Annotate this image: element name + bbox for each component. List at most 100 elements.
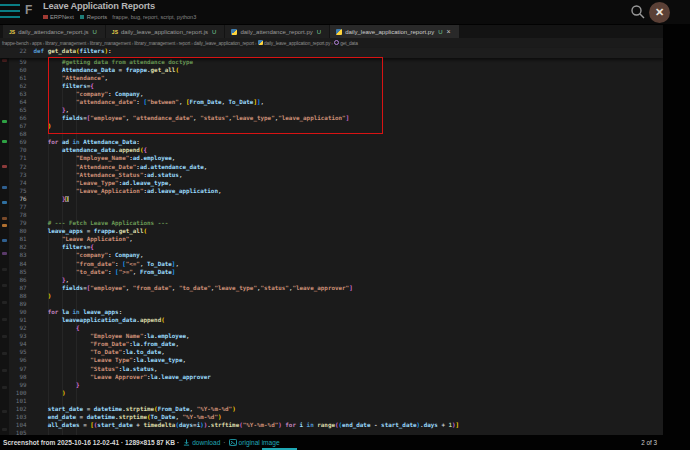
- topic-title[interactable]: Leave Application Reports: [43, 1, 155, 11]
- forum-header: F Leave Application Reports ERPNext Repo…: [0, 0, 690, 24]
- breadcrumb-item[interactable]: library_management: [134, 41, 175, 46]
- vscode-screenshot: JSdaily_attendance_report.js UJS daily_lea…: [0, 25, 663, 435]
- code-line: 102 start_date = datetime.strptime(From_…: [0, 405, 663, 413]
- topic-tags[interactable]: frappe, bug, report, script, python3: [112, 14, 196, 20]
- line-number: 94: [0, 340, 27, 348]
- breadcrumb-item[interactable]: library_management: [90, 41, 131, 46]
- breadcrumb-item[interactable]: frappe-bench: [2, 41, 28, 46]
- py-file-icon: [336, 29, 342, 35]
- line-number: 84: [0, 260, 27, 268]
- line-number: 97: [0, 365, 27, 373]
- line-number: 92: [0, 324, 27, 332]
- breadcrumb-separator: ›: [29, 41, 30, 46]
- category-badge-icon: [43, 15, 48, 20]
- code-line: 72 "Attendance_Date":ad.attendance_date,: [0, 163, 663, 171]
- page-indicator: 2 of 3: [641, 439, 657, 446]
- code-line: 86 },: [0, 276, 663, 284]
- frappe-logo[interactable]: F: [25, 3, 32, 17]
- code-line: 90 for la in leave_apps:: [0, 308, 663, 316]
- code-line: 82 filters={: [0, 243, 663, 251]
- line-number: 70: [0, 146, 27, 154]
- line-number: 81: [0, 235, 27, 243]
- tab-label: daily_leave_application_report.js: [121, 29, 208, 35]
- code-line: 85 "to_date": [">=", From_Date]: [0, 268, 663, 276]
- hamburger-menu-icon[interactable]: [0, 4, 20, 21]
- line-number: 75: [0, 187, 27, 195]
- line-number: 83: [0, 251, 27, 259]
- editor-tab[interactable]: JSdaily_leave_application_report.jsU: [106, 25, 225, 38]
- line-number: 74: [0, 179, 27, 187]
- user-avatar[interactable]: ✕: [649, 2, 670, 23]
- close-tab-icon[interactable]: ×: [447, 28, 451, 35]
- tab-label: daily_attendance_report.py: [240, 29, 312, 35]
- line-number: 99: [0, 381, 27, 389]
- line-number: 69: [0, 138, 27, 146]
- line-number: 91: [0, 316, 27, 324]
- category-label[interactable]: ERPNext: [50, 14, 74, 20]
- search-icon[interactable]: [630, 4, 646, 20]
- screenshot-meta: Screenshot from 2025-10-16 12-02-41 · 12…: [3, 439, 179, 446]
- breadcrumb-item[interactable]: daily_leave_application_report: [194, 41, 254, 46]
- line-number: 68: [0, 130, 27, 138]
- code-line: 70 attendance_data.append({: [0, 146, 663, 154]
- method-icon: [334, 40, 339, 45]
- line-number: 60: [0, 66, 27, 74]
- line-number: 103: [0, 413, 27, 421]
- editor-tab[interactable]: JSdaily_attendance_report.js U: [3, 25, 105, 38]
- line-number: 85: [0, 268, 27, 276]
- code-line: 71 "Employee_Name":ad.employee,: [0, 154, 663, 162]
- line-number: 87: [0, 284, 27, 292]
- line-number: 78: [0, 211, 27, 219]
- download-link[interactable]: download: [192, 439, 220, 446]
- line-number: 90: [0, 308, 27, 316]
- code-line: 103 end_date = datetime.strptime(To_Date…: [0, 413, 663, 421]
- breadcrumb-item[interactable]: get_data: [334, 40, 358, 46]
- tab-modified-badge: U: [317, 29, 321, 35]
- code-line: 97 "Status":la.status,: [0, 365, 663, 373]
- tab-modified-badge: U: [212, 29, 216, 35]
- breadcrumb: frappe-bench›apps›library_management›lib…: [0, 38, 663, 48]
- editor-tab[interactable]: daily_leave_application_report.py U ×: [330, 25, 459, 38]
- code-line: 74 "Leave_Type":ad.leave_type,: [0, 179, 663, 187]
- breadcrumb-separator: ›: [255, 41, 256, 46]
- line-number: 93: [0, 332, 27, 340]
- tab-bar: JSdaily_attendance_report.js UJS daily_lea…: [0, 25, 663, 38]
- tab-label: daily_attendance_report.js: [18, 29, 88, 35]
- code-line: 88 ): [0, 292, 663, 300]
- py-file-icon: [231, 29, 237, 35]
- subcategory-label[interactable]: Reports: [87, 14, 107, 20]
- code-line: 77: [0, 203, 663, 211]
- original-image-link[interactable]: original image: [239, 439, 280, 446]
- editor-tab[interactable]: daily_attendance_report.py U: [225, 25, 329, 38]
- line-number: 64: [0, 98, 27, 106]
- code-line: 81 "Leave Application",: [0, 235, 663, 243]
- page: F Leave Application Reports ERPNext Repo…: [0, 0, 690, 450]
- code-line: 78: [0, 211, 663, 219]
- tab-modified-badge: U: [438, 29, 442, 35]
- breadcrumb-item[interactable]: report: [179, 41, 191, 46]
- breadcrumb-item[interactable]: library_management: [45, 41, 86, 46]
- code-line: 95 "To_Date":la.to_date,: [0, 348, 663, 356]
- js-file-icon: JS: [9, 29, 15, 35]
- code-line: 93 "Employee Name":la.employee,: [0, 332, 663, 340]
- line-number: 101: [0, 397, 27, 405]
- code-line: 105: [0, 429, 663, 435]
- line-number: 72: [0, 163, 27, 171]
- line-number: 79: [0, 219, 27, 227]
- line-number: 59: [0, 58, 27, 66]
- line-number: 89: [0, 300, 27, 308]
- breadcrumb-item[interactable]: apps: [32, 41, 42, 46]
- breadcrumb-item[interactable]: daily_leave_application_report.py: [258, 40, 331, 46]
- code-line: 75 "Leave_Application":ad.leave_applicat…: [0, 187, 663, 195]
- code-line: 101: [0, 397, 663, 405]
- line-number: 62: [0, 82, 27, 90]
- code-line: 76 }): [0, 195, 663, 203]
- line-number: 96: [0, 356, 27, 364]
- tab-modified-badge: U: [93, 29, 97, 35]
- line-number: 104: [0, 421, 27, 429]
- code-line: 83 "company": Company,: [0, 251, 663, 259]
- code-line: 69 for ad in Attendance_Data:: [0, 138, 663, 146]
- line-number: 76: [0, 195, 27, 203]
- topic-meta: ERPNext Reports frappe, bug, report, scr…: [43, 13, 196, 21]
- tab-label: daily_leave_application_report.py: [345, 29, 434, 35]
